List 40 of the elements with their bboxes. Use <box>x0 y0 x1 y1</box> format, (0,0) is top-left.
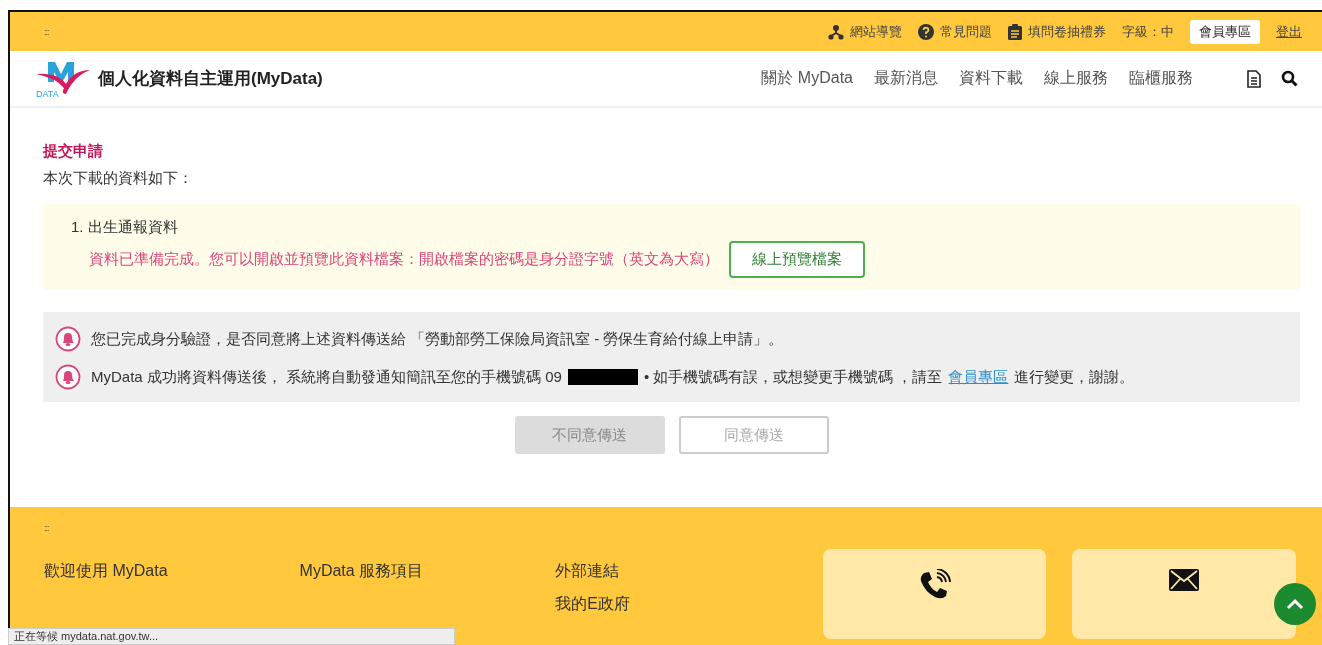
grip-text: ::: <box>44 26 49 37</box>
font-size-label[interactable]: 字級：中 <box>1122 22 1174 41</box>
sitemap-icon <box>828 23 844 40</box>
intro-text: 本次下載的資料如下： <box>43 169 194 188</box>
document-icon[interactable] <box>1247 69 1261 88</box>
nav-link[interactable]: 關於 MyData <box>761 68 853 89</box>
section-heading: 提交申請 <box>43 142 104 161</box>
preview-button[interactable]: 線上預覽檔案 <box>729 241 865 278</box>
item-title: 1. 出生通報資料 <box>71 218 179 237</box>
status-bar: 正在等候 mydata.nat.gov.tw... <box>8 628 455 645</box>
notice-text: 進行變更，謝謝。 <box>1014 367 1135 387</box>
site-title[interactable]: 個人化資料自主運用(MyData) <box>98 67 323 90</box>
ready-message: 資料已準備完成。您可以開啟並預覽此資料檔案：開啟檔案的密碼是身分證字號（英文為大寫） <box>89 250 719 269</box>
nav-link[interactable]: 臨櫃服務 <box>1129 68 1193 89</box>
bell-icon <box>55 364 81 390</box>
nav-link[interactable]: 線上服務 <box>1044 68 1108 89</box>
chevron-up-icon <box>1286 598 1304 610</box>
mail-icon <box>1169 569 1200 591</box>
footer-heading: 外部連結 <box>555 561 621 581</box>
bell-icon <box>55 326 81 352</box>
logout-link[interactable]: 登出 <box>1276 22 1302 41</box>
nav-link[interactable]: 資料下載 <box>959 68 1023 89</box>
footer-heading: 歡迎使用 MyData <box>44 561 169 581</box>
contact-card[interactable] <box>1072 549 1296 639</box>
footer-heading: MyData 服務項目 <box>299 561 425 581</box>
help-icon <box>918 23 934 40</box>
footer-link[interactable]: 我的E政府 <box>555 594 823 615</box>
notice-text: • 如手機號碼有誤，或想變更手機號碼 ，請至 <box>643 367 943 387</box>
grip-text: ::: <box>44 523 49 533</box>
search-icon[interactable] <box>1281 70 1298 87</box>
redaction-bar <box>567 369 638 385</box>
notice-text: 您已完成身分驗證，是否同意將上述資料傳送給 「勞動部勞工保險局資訊室 - 勞保生育給付線上申請」。 <box>91 329 784 349</box>
notice-text: MyData 成功將資料傳送後， 系統將自動發通知簡訊至您的手機號碼 09 <box>91 367 562 387</box>
nav-link[interactable]: 最新消息 <box>874 68 938 89</box>
top-link[interactable]: 常見問題 <box>918 22 992 41</box>
clipboard-icon <box>1008 23 1022 40</box>
top-link[interactable]: 網站導覽 <box>828 22 902 41</box>
scroll-top-button[interactable] <box>1274 583 1316 625</box>
top-link[interactable]: 填問卷抽禮券 <box>1008 22 1106 41</box>
member-button[interactable]: 會員專區 <box>1190 19 1260 44</box>
